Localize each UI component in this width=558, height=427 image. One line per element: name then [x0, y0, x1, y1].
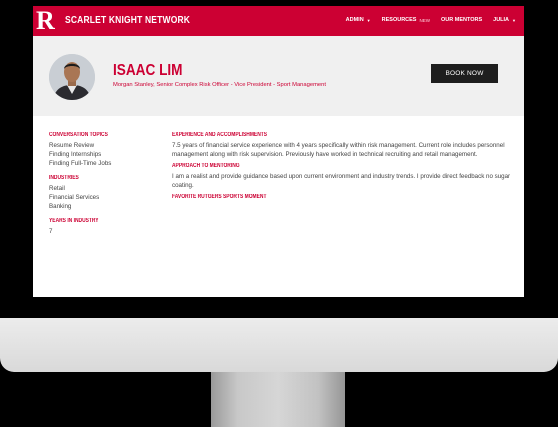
conversation-topics-heading: CONVERSATION TOPICS — [49, 132, 108, 138]
years-value: 7 — [49, 228, 53, 235]
monitor-screen: R SCARLET KNIGHT NETWORK ADMIN ▼ RESOURC… — [33, 6, 524, 297]
mentor-name: ISAAC LIM — [113, 62, 183, 79]
nav-item-our-mentors-label: OUR MENTORS — [440, 17, 483, 23]
favorite-moment-heading: FAVORITE RUTGERS SPORTS MOMENT — [172, 194, 267, 200]
profile-sidebar: CONVERSATION TOPICS Resume Review Findin… — [49, 132, 149, 236]
list-item: Retail — [49, 185, 65, 192]
mentor-title: Morgan Stanley, Senior Complex Risk Offi… — [113, 82, 326, 88]
nav-item-user-menu[interactable]: JULIA ▼ — [493, 17, 516, 23]
avatar — [49, 54, 95, 100]
list-item: Resume Review — [49, 142, 95, 149]
nav-item-admin[interactable]: ADMIN ▼ — [346, 17, 371, 23]
list-item: Finding Full-Time Jobs — [49, 160, 112, 167]
nav-links: ADMIN ▼ RESOURCES NEW OUR MENTORS JULIA … — [346, 17, 516, 23]
approach-text: I am a realist and provide guidance base… — [172, 173, 511, 189]
experience-text: 7.5 years of financial service experienc… — [172, 142, 505, 158]
brand-title[interactable]: SCARLET KNIGHT NETWORK — [65, 15, 190, 26]
industries-heading: INDUSTRIES — [49, 175, 79, 181]
nav-item-resources-label: RESOURCES — [381, 17, 417, 23]
nav-item-admin-label: ADMIN — [345, 17, 364, 23]
list-item: Banking — [49, 203, 72, 210]
monitor-stand — [211, 372, 345, 427]
rutgers-logo[interactable]: R — [36, 8, 58, 34]
book-now-button[interactable]: BOOK NOW — [431, 64, 498, 83]
profile-header: ISAAC LIM Morgan Stanley, Senior Complex… — [33, 36, 524, 116]
nav-item-user-label: JULIA — [493, 17, 510, 23]
approach-heading: APPROACH TO MENTORING — [172, 163, 240, 169]
nav-item-resources[interactable]: RESOURCES NEW — [382, 17, 430, 23]
new-badge: NEW — [419, 17, 430, 23]
nav-item-our-mentors[interactable]: OUR MENTORS — [441, 17, 482, 23]
chevron-down-icon: ▼ — [512, 17, 516, 23]
chevron-down-icon: ▼ — [366, 17, 371, 23]
list-item: Finding Internships — [49, 151, 102, 158]
monitor-chin — [0, 318, 558, 372]
top-nav: R SCARLET KNIGHT NETWORK ADMIN ▼ RESOURC… — [33, 6, 524, 36]
profile-details: EXPERIENCE AND ACCOMPLISHMENTS 7.5 years… — [172, 132, 516, 203]
years-in-industry-heading: YEARS IN INDUSTRY — [49, 218, 99, 224]
experience-heading: EXPERIENCE AND ACCOMPLISHMENTS — [172, 132, 268, 138]
list-item: Financial Services — [49, 194, 100, 201]
